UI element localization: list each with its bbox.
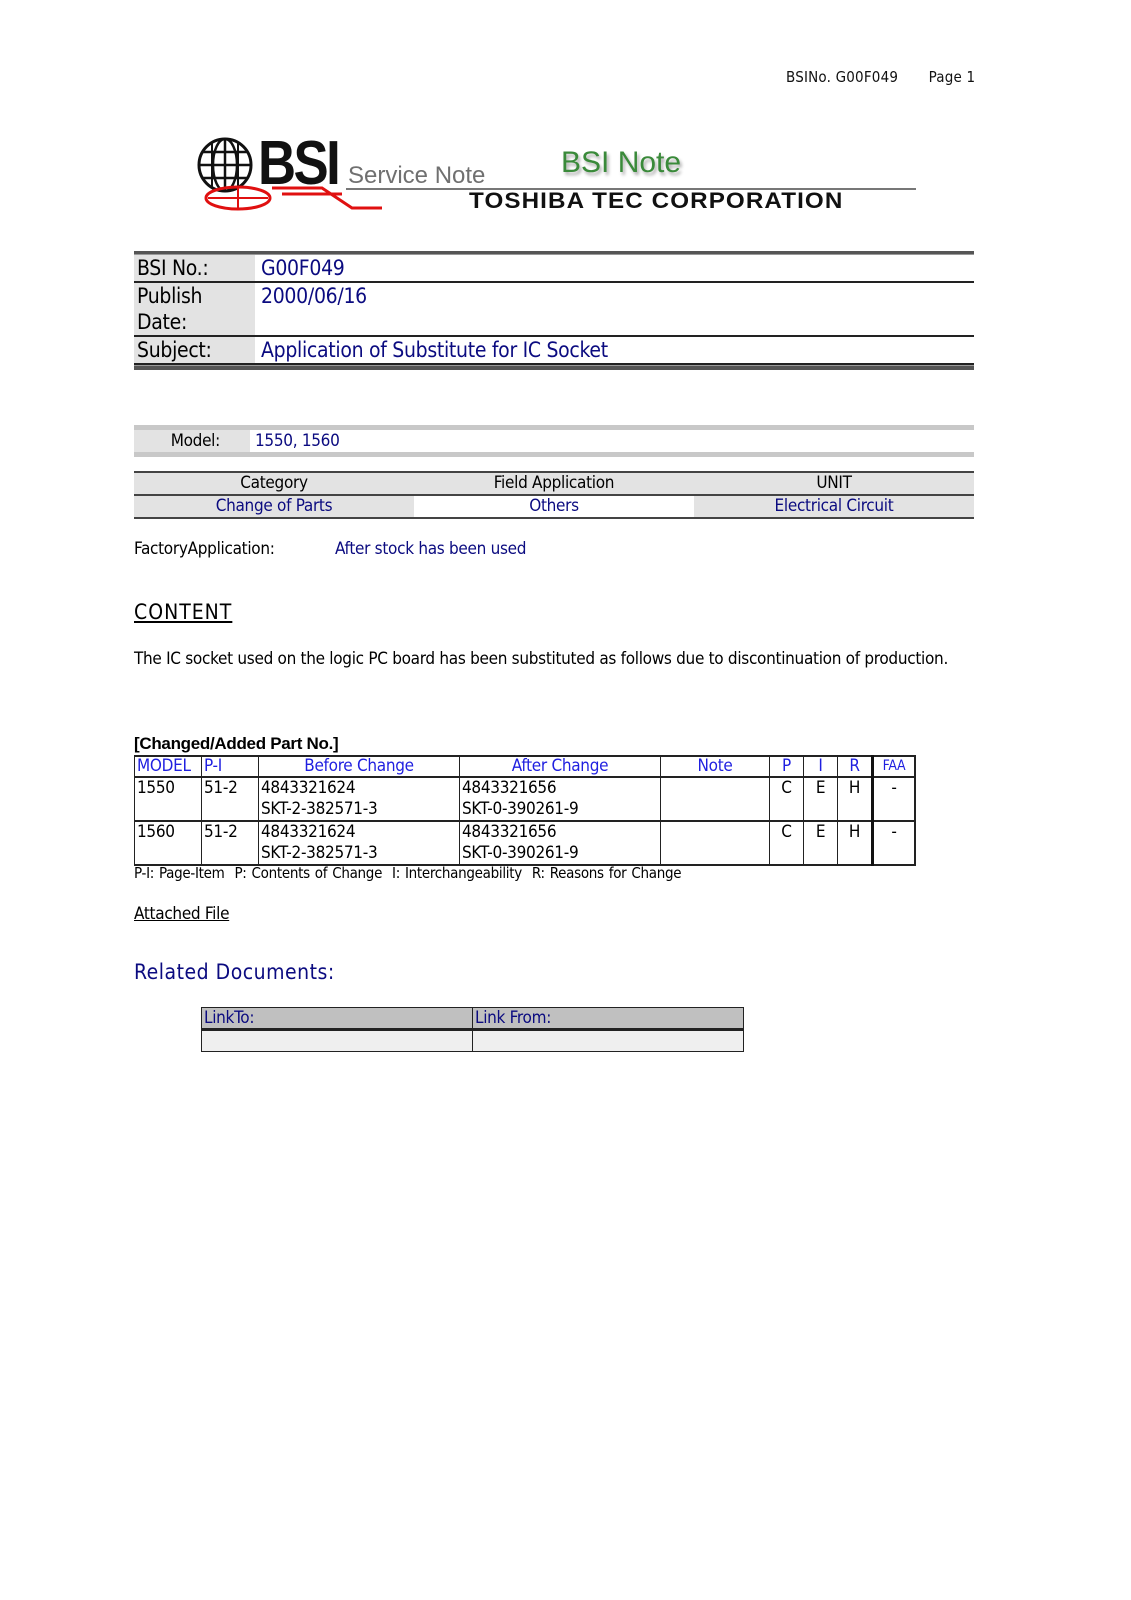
unit-value: Electrical Circuit [694, 496, 974, 517]
info-label: Subject: [134, 337, 255, 363]
col-r: R [837, 755, 873, 778]
category-header: Category [134, 473, 414, 494]
before-part-desc: SKT-2-382571-3 [261, 799, 378, 819]
col-page-item: P-I [201, 755, 259, 778]
table-row: 1550 51-2 4843321624 SKT-2-382571-3 48433… [134, 776, 916, 822]
link-from-header: Link From: [472, 1007, 744, 1031]
category-header-row: Category Field Application UNIT [134, 473, 974, 496]
model-row: Model: 1550, 1560 [134, 425, 974, 457]
col-p: P [769, 755, 804, 778]
cell-after-change: 4843321656 SKT-0-390261-9 [459, 776, 661, 822]
col-model: MODEL [134, 755, 202, 778]
before-part-desc: SKT-2-382571-3 [261, 843, 378, 863]
link-to-header: LinkTo: [201, 1007, 473, 1031]
table-row: 1560 51-2 4843321624 SKT-2-382571-3 48433… [134, 820, 916, 866]
content-heading: CONTENT [134, 600, 233, 624]
cell-p: C [769, 776, 804, 822]
col-before-change: Before Change [258, 755, 460, 778]
info-row-publish-date: Publish Date: 2000/06/16 [134, 283, 974, 337]
info-value: 2000/06/16 [261, 284, 367, 308]
cell-i: E [803, 820, 838, 866]
link-to-value[interactable] [201, 1029, 473, 1052]
cell-faa: - [871, 820, 916, 866]
cell-model: 1550 [134, 776, 202, 822]
category-value-row: Change of Parts Others Electrical Circui… [134, 496, 974, 517]
bsi-info-table: BSI No.: G00F049 Publish Date: 2000/06/1… [134, 251, 974, 370]
cell-model: 1560 [134, 820, 202, 866]
before-part-number: 4843321624 [261, 822, 356, 842]
parts-table: MODEL P-I Before Change After Change Not… [134, 755, 916, 866]
model-bottom-rule [134, 452, 974, 457]
after-part-number: 4843321656 [462, 822, 557, 842]
parts-header-row: MODEL P-I Before Change After Change Not… [134, 755, 916, 778]
col-faa: FAA [871, 755, 916, 778]
info-value: Application of Substitute for IC Socket [261, 338, 608, 362]
info-bottom-rule [134, 365, 974, 370]
model-content: Model: 1550, 1560 [134, 430, 974, 452]
header-page-number: Page 1 [928, 68, 976, 86]
header-bsi-number: BSINo. G00F049 [786, 68, 899, 86]
cell-faa: - [871, 776, 916, 822]
related-documents-heading: Related Documents: [134, 960, 335, 984]
links-header-row: LinkTo: Link From: [201, 1007, 744, 1031]
cell-page-item: 51-2 [201, 776, 259, 822]
field-application-header: Field Application [414, 473, 694, 494]
logo-service-note: Service Note [348, 162, 486, 189]
col-after-change: After Change [459, 755, 661, 778]
attached-file-link[interactable]: Attached File [134, 904, 229, 924]
parts-table-title: [Changed/Added Part No.] [134, 734, 339, 753]
field-application-value: Others [529, 496, 579, 516]
cell-i: E [803, 776, 838, 822]
after-part-number: 4843321656 [462, 778, 557, 798]
cell-after-change: 4843321656 SKT-0-390261-9 [459, 820, 661, 866]
factory-application-label: FactoryApplication: [134, 539, 275, 559]
cell-before-change: 4843321624 SKT-2-382571-3 [258, 820, 460, 866]
logo-company-name: TOSHIBA TEC CORPORATION [469, 188, 844, 213]
bsi-logo: BSI Service Note BSI Note TOSHIBA TEC CO… [196, 129, 936, 217]
content-body: The IC socket used on the logic PC board… [134, 649, 948, 669]
before-part-number: 4843321624 [261, 778, 356, 798]
cell-r: H [837, 776, 873, 822]
cell-note [660, 820, 770, 866]
cell-p: C [769, 820, 804, 866]
cell-note [660, 776, 770, 822]
info-label: BSI No.: [134, 255, 255, 281]
after-part-desc: SKT-0-390261-9 [462, 843, 579, 863]
info-value: G00F049 [261, 256, 345, 280]
factory-application: FactoryApplication: After stock has been… [134, 539, 527, 559]
after-part-desc: SKT-0-390261-9 [462, 799, 579, 819]
unit-header: UNIT [694, 473, 974, 494]
parts-legend: P-I: Page-Item P: Contents of Change I: … [134, 864, 682, 882]
links-value-row [201, 1029, 744, 1052]
model-label: Model: [134, 430, 250, 452]
logo-bsi-text: BSI [258, 129, 341, 198]
cell-r: H [837, 820, 873, 866]
cell-page-item: 51-2 [201, 820, 259, 866]
info-label: Publish Date: [134, 283, 255, 335]
col-note: Note [660, 755, 770, 778]
link-from-value[interactable] [472, 1029, 744, 1052]
cell-before-change: 4843321624 SKT-2-382571-3 [258, 776, 460, 822]
info-row-subject: Subject: Application of Substitute for I… [134, 337, 974, 365]
factory-application-value: After stock has been used [335, 539, 527, 559]
category-value: Change of Parts [134, 496, 414, 517]
page-header: BSINo. G00F049 Page 1 [786, 68, 975, 86]
category-table: Category Field Application UNIT Change o… [134, 471, 974, 519]
model-value: 1550, 1560 [255, 431, 340, 451]
info-row-bsi-no: BSI No.: G00F049 [134, 255, 974, 283]
related-links-table: LinkTo: Link From: [201, 1007, 744, 1052]
col-i: I [803, 755, 838, 778]
logo-bsi-note: BSI Note [561, 146, 682, 179]
